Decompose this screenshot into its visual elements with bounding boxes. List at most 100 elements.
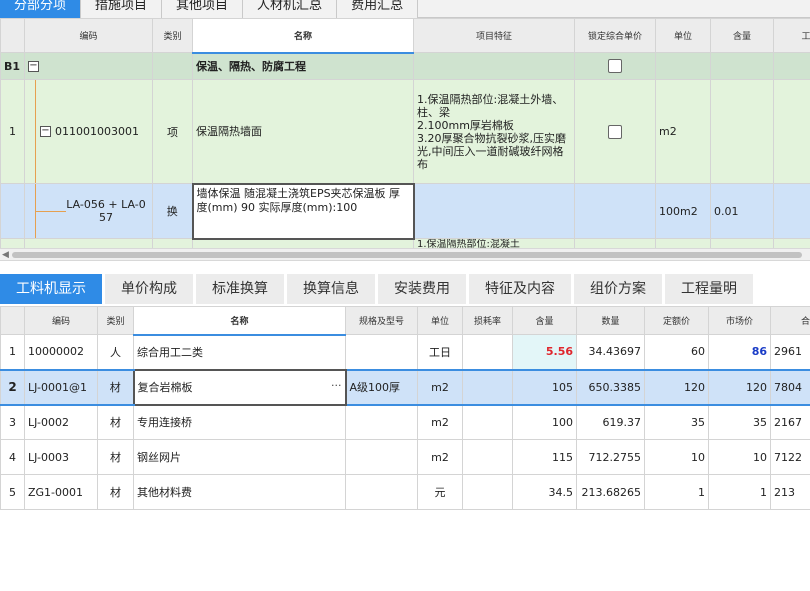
row-code[interactable]: 10000002: [24, 334, 98, 370]
row-spec[interactable]: A级100厚: [345, 368, 418, 406]
sub-quantity[interactable]: 0.01: [710, 183, 774, 239]
collapse-icon[interactable]: −: [40, 126, 51, 137]
header-category[interactable]: 类别: [97, 306, 134, 335]
row-quota-price: 60: [644, 334, 709, 370]
row-content[interactable]: 100: [512, 404, 577, 440]
header-loss[interactable]: 损耗率: [462, 306, 513, 335]
table-row[interactable]: 2 LJ-0001@1 材 复合岩棉板 ··· A级100厚 m2 105 65…: [0, 368, 810, 406]
item-code-cell[interactable]: − 011001003001: [24, 79, 153, 184]
table-row[interactable]: 1 10000002 人 综合用工二类 工日 5.56 34.43697 60 …: [0, 334, 810, 370]
partial-cell: [710, 238, 774, 248]
row-name-editor[interactable]: 复合岩棉板 ···: [132, 368, 347, 406]
row-loss[interactable]: [462, 368, 513, 406]
header-category[interactable]: 类别: [152, 18, 193, 53]
header-quantity[interactable]: 含量: [710, 18, 774, 53]
row-code[interactable]: LJ-0001@1: [24, 368, 98, 406]
lock-price-checkbox[interactable]: [608, 59, 622, 73]
row-market-price[interactable]: 35: [708, 404, 771, 440]
tab-cuoshi[interactable]: 措施项目: [81, 0, 163, 18]
row-content[interactable]: 105: [512, 368, 577, 406]
row-market-price[interactable]: 1: [708, 474, 771, 510]
scroll-left-icon[interactable]: ◀: [2, 250, 9, 260]
row-amount[interactable]: 712.2755: [576, 439, 645, 475]
header-unit[interactable]: 单位: [655, 18, 711, 53]
item-quantity: [710, 79, 774, 184]
table-row[interactable]: 5 ZG1-0001 材 其他材料费 元 34.5 213.68265 1 1 …: [0, 474, 810, 510]
header-total[interactable]: 合: [770, 306, 810, 335]
tab-standard-convert[interactable]: 标准换算: [196, 274, 287, 304]
header-content[interactable]: 含量: [512, 306, 577, 335]
more-options-icon[interactable]: ···: [331, 379, 342, 392]
tab-qita[interactable]: 其他项目: [162, 0, 244, 18]
header-name[interactable]: 名称: [192, 18, 414, 54]
header-code[interactable]: 编码: [24, 18, 153, 53]
lock-price-checkbox[interactable]: [608, 124, 622, 139]
row-category: 材: [97, 474, 134, 510]
header-unit[interactable]: 单位: [417, 306, 463, 335]
section-row[interactable]: B1 − 保温、隔热、防腐工程: [0, 52, 810, 80]
tab-feature-content[interactable]: 特征及内容: [469, 274, 574, 304]
row-amount[interactable]: 650.3385: [576, 368, 645, 406]
row-content[interactable]: 34.5: [512, 474, 577, 510]
row-spec[interactable]: [345, 334, 418, 370]
tab-unit-price[interactable]: 单价构成: [105, 274, 196, 304]
row-amount[interactable]: 34.43697: [576, 334, 645, 370]
row-amount[interactable]: 213.68265: [576, 474, 645, 510]
row-loss[interactable]: [462, 334, 513, 370]
header-lock-price[interactable]: 锁定综合单价: [574, 18, 656, 53]
tab-feiyong[interactable]: 费用汇总: [337, 0, 419, 18]
row-loss[interactable]: [462, 404, 513, 440]
header-amount[interactable]: 数量: [576, 306, 645, 335]
row-loss[interactable]: [462, 474, 513, 510]
header-name[interactable]: 名称: [133, 306, 346, 336]
lower-grid: 编码 类别 名称 规格及型号 单位 损耗率 含量 数量 定额价 市场价 合 1 …: [0, 306, 810, 518]
sub-code-cell[interactable]: LA-056 + LA-057: [24, 183, 153, 239]
collapse-icon[interactable]: −: [28, 61, 39, 72]
row-market-price[interactable]: 86: [708, 334, 771, 370]
row-code[interactable]: LJ-0002: [24, 404, 98, 440]
row-spec[interactable]: [345, 474, 418, 510]
sub-name-editor[interactable]: 墙体保温 随混凝土浇筑EPS夹芯保温板 厚度(mm) 90 实际厚度(mm):1…: [191, 182, 415, 240]
row-code[interactable]: LJ-0003: [24, 439, 98, 475]
tab-convert-info[interactable]: 换算信息: [287, 274, 378, 304]
header-work[interactable]: 工: [773, 18, 810, 53]
row-market-price[interactable]: 10: [708, 439, 771, 475]
tab-install-cost[interactable]: 安装费用: [378, 274, 469, 304]
tab-pricing-plan[interactable]: 组价方案: [574, 274, 665, 304]
tab-material-display[interactable]: 工料机显示: [0, 274, 105, 304]
row-market-price[interactable]: 120: [708, 368, 771, 406]
row-category: 材: [97, 404, 134, 440]
row-name[interactable]: 综合用工二类: [133, 334, 346, 370]
row-loss[interactable]: [462, 439, 513, 475]
row-name[interactable]: 专用连接桥: [133, 404, 346, 440]
sub-item-row[interactable]: LA-056 + LA-057 换 墙体保温 随混凝土浇筑EPS夹芯保温板 厚度…: [0, 182, 810, 240]
item-unit: m2: [655, 79, 711, 184]
row-amount[interactable]: 619.37: [576, 404, 645, 440]
item-name[interactable]: 保温隔热墙面: [192, 79, 414, 184]
row-name[interactable]: 其他材料费: [133, 474, 346, 510]
row-unit: 工日: [417, 334, 463, 370]
row-content[interactable]: 5.56: [512, 334, 577, 370]
horizontal-scrollbar[interactable]: ◀: [0, 248, 810, 261]
row-name[interactable]: 钢丝网片: [133, 439, 346, 475]
row-total: 7804: [770, 368, 810, 406]
sub-lock: [574, 183, 656, 239]
table-row[interactable]: 4 LJ-0003 材 钢丝网片 m2 115 712.2755 10 10 7…: [0, 439, 810, 475]
table-row[interactable]: 3 LJ-0002 材 专用连接桥 m2 100 619.37 35 35 21…: [0, 404, 810, 440]
section-name[interactable]: 保温、隔热、防腐工程: [192, 52, 414, 80]
header-market-price[interactable]: 市场价: [708, 306, 771, 335]
item-feature[interactable]: 1.保温隔热部位:混凝土外墙、柱、梁 2.100mm厚岩棉板 3.20厚聚合物抗…: [413, 79, 575, 184]
item-row[interactable]: 1 − 011001003001 项 保温隔热墙面 1.保温隔热部位:混凝土外墙…: [0, 79, 810, 184]
tab-rencaiji[interactable]: 人材机汇总: [243, 0, 338, 18]
header-code[interactable]: 编码: [24, 306, 98, 335]
row-spec[interactable]: [345, 439, 418, 475]
tab-fenbu[interactable]: 分部分项: [0, 0, 82, 18]
header-quota-price[interactable]: 定额价: [644, 306, 709, 335]
header-spec[interactable]: 规格及型号: [345, 306, 418, 335]
row-content[interactable]: 115: [512, 439, 577, 475]
tab-quantity-detail[interactable]: 工程量明: [665, 274, 756, 304]
scrollbar-thumb[interactable]: [12, 252, 802, 258]
header-feature[interactable]: 项目特征: [413, 18, 575, 53]
row-code[interactable]: ZG1-0001: [24, 474, 98, 510]
row-spec[interactable]: [345, 404, 418, 440]
